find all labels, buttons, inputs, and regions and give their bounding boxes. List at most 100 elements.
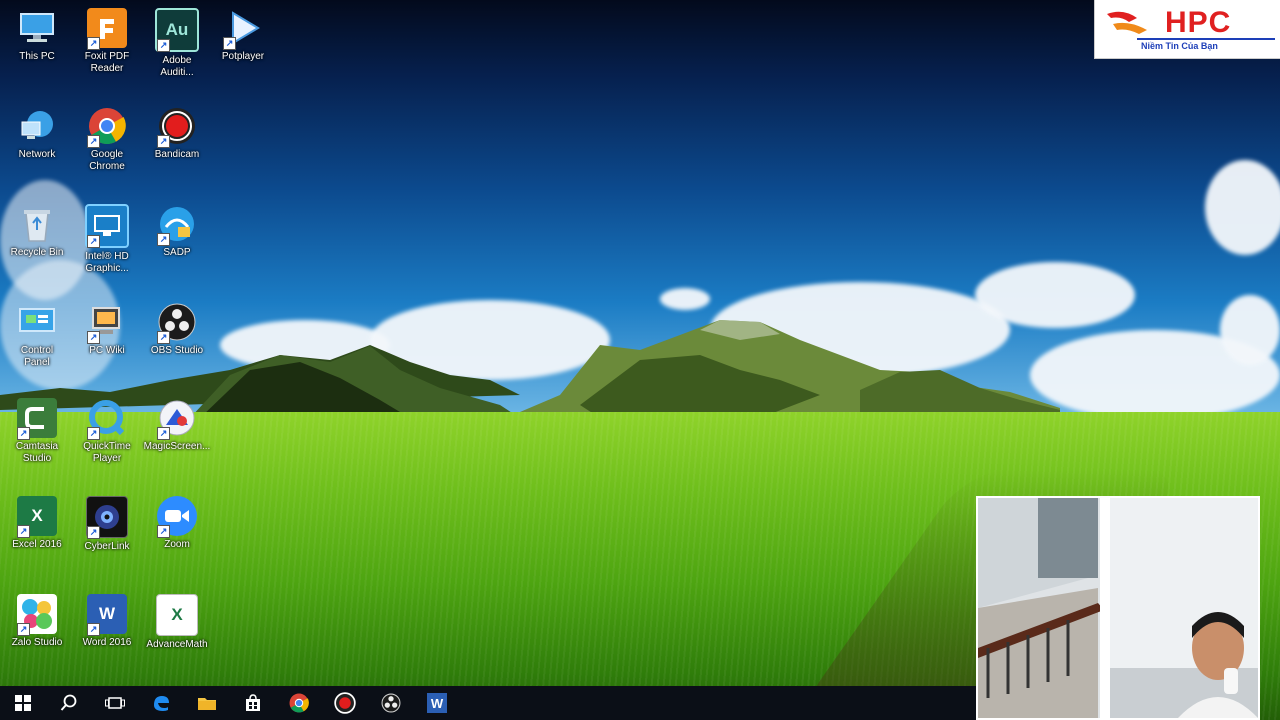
- word-glyph-text: W: [98, 604, 116, 623]
- intel-graphics-icon: ↗: [85, 204, 129, 248]
- desktop-icon-zalo-studio[interactable]: ↗ Zalo Studio: [2, 594, 72, 649]
- folder-icon: [198, 698, 216, 710]
- desktop-icon-label: MagicScreen...: [143, 441, 211, 452]
- search-icon: [60, 694, 77, 711]
- shortcut-arrow-icon: ↗: [157, 233, 170, 246]
- desktop-icon-label: QuickTime Player: [83, 441, 131, 464]
- pc-wiki-icon: ↗: [87, 302, 127, 344]
- shortcut-arrow-icon: ↗: [157, 39, 170, 52]
- start-button[interactable]: [0, 686, 46, 720]
- shortcut-arrow-icon: ↗: [87, 331, 100, 344]
- shortcut-arrow-icon: ↗: [157, 427, 170, 440]
- hpc-slogan: Niềm Tin Của Bạn: [1141, 41, 1218, 51]
- shortcut-arrow-icon: ↗: [223, 37, 236, 50]
- taskbar: W: [0, 686, 976, 720]
- desktop-icon-zoom[interactable]: ↗ Zoom: [142, 496, 212, 551]
- shortcut-arrow-icon: ↗: [87, 135, 100, 148]
- desktop-icon-label: Adobe Auditi...: [160, 55, 194, 78]
- desktop-icon-control-panel[interactable]: Control Panel: [2, 302, 72, 369]
- obs-icon: ↗: [157, 302, 197, 344]
- shortcut-arrow-icon: ↗: [17, 623, 30, 636]
- obs-icon: [381, 693, 401, 713]
- edge-button[interactable]: [138, 686, 184, 720]
- control-panel-icon: [17, 302, 57, 342]
- store-icon: [246, 694, 260, 711]
- webcam-app-icon: ↗: [86, 496, 128, 539]
- obs-taskbar-button[interactable]: [368, 686, 414, 720]
- excel-glyph-text: X: [31, 506, 43, 525]
- desktop-icon-this-pc[interactable]: This PC: [2, 8, 72, 63]
- desktop-icon-obs[interactable]: ↗ OBS Studio: [142, 302, 212, 357]
- desktop-icon-label: Zoom: [164, 539, 190, 550]
- desktop-icon-webcam-app[interactable]: ↗ CyberLink: [72, 496, 142, 553]
- desktop-icon-sadp[interactable]: ↗ SADP: [142, 204, 212, 259]
- camtasia-icon: ↗: [17, 398, 57, 440]
- task-view-icon: [105, 697, 125, 709]
- desktop-icon-excel[interactable]: X ↗ Excel 2016: [2, 496, 72, 551]
- adobe-audition-glyph-text: Au: [165, 20, 189, 39]
- excel-file-glyph-text: X: [171, 605, 183, 624]
- bandicam-icon: ↗: [157, 106, 197, 148]
- chrome-icon: ↗: [87, 106, 127, 148]
- desktop-icon-label: Google Chrome: [89, 149, 125, 172]
- recycle-bin-icon: [17, 204, 57, 244]
- shortcut-arrow-icon: ↗: [157, 135, 170, 148]
- desktop-icon-potplayer[interactable]: ↗ Potplayer: [208, 8, 278, 63]
- excel-file-icon: X: [156, 594, 198, 636]
- desktop-icon-camtasia[interactable]: ↗ Camtasia Studio: [2, 398, 72, 465]
- desktop-icon-bandicam[interactable]: ↗ Bandicam: [142, 106, 212, 161]
- task-view-button[interactable]: [92, 686, 138, 720]
- zoom-icon: ↗: [157, 496, 197, 538]
- file-explorer-button[interactable]: [184, 686, 230, 720]
- webcam-overlay: [976, 496, 1260, 720]
- shortcut-arrow-icon: ↗: [87, 235, 100, 248]
- desktop-icon-label: OBS Studio: [150, 345, 204, 356]
- shortcut-arrow-icon: ↗: [87, 623, 100, 636]
- shortcut-arrow-icon: ↗: [17, 427, 30, 440]
- desktop-icon-label: Potplayer: [221, 51, 265, 62]
- magicscreen-icon: ↗: [157, 398, 197, 440]
- desktop-icon-label: Excel 2016: [12, 539, 62, 550]
- desktop-icon-intel-graphics[interactable]: ↗ Intel® HD Graphic...: [72, 204, 142, 275]
- word-icon: W ↗: [87, 594, 127, 636]
- desktop-icon-label: AdvanceMath: [146, 639, 208, 650]
- zalo-studio-icon: ↗: [17, 594, 57, 636]
- desktop-icon-foxit-reader[interactable]: ↗ Foxit PDF Reader: [72, 8, 142, 75]
- desktop-icon-magicscreen[interactable]: ↗ MagicScreen...: [142, 398, 212, 453]
- desktop-icon-label: Camtasia Studio: [15, 441, 59, 464]
- shortcut-arrow-icon: ↗: [87, 427, 100, 440]
- desktop-icon-label: CyberLink: [84, 541, 130, 552]
- bandicam-taskbar-button[interactable]: [322, 686, 368, 720]
- svg-text:W: W: [431, 696, 444, 711]
- desktop-icon-label: PC Wiki: [89, 345, 125, 356]
- desktop-icon-network[interactable]: Network: [2, 106, 72, 161]
- word-taskbar-button[interactable]: W: [414, 686, 460, 720]
- chrome-taskbar-button[interactable]: [276, 686, 322, 720]
- desktop-icon-excel-file[interactable]: X AdvanceMath: [142, 594, 212, 651]
- adobe-audition-icon: Au ↗: [155, 8, 199, 52]
- word-icon: W: [427, 693, 447, 713]
- desktop-icon-word[interactable]: W ↗ Word 2016: [72, 594, 142, 649]
- webcam-video-frame: [978, 498, 1258, 718]
- hpc-logo: HPC Niềm Tin Của Bạn: [1094, 0, 1280, 59]
- this-pc-icon: [17, 8, 57, 48]
- hpc-logo-rule: [1137, 38, 1275, 40]
- desktop-icon-label: Word 2016: [82, 637, 132, 648]
- shortcut-arrow-icon: ↗: [87, 526, 100, 539]
- bandicam-icon: [334, 692, 356, 714]
- desktop-icon-quicktime[interactable]: ↗ QuickTime Player: [72, 398, 142, 465]
- desktop-icon-pc-wiki[interactable]: ↗ PC Wiki: [72, 302, 142, 357]
- store-button[interactable]: [230, 686, 276, 720]
- desktop-icon-label: This PC: [19, 51, 55, 62]
- cloud: [1205, 160, 1280, 255]
- desktop-icon-label: Network: [18, 149, 56, 160]
- desktop-icon-label: SADP: [163, 247, 191, 258]
- desktop-icon-label: Zalo Studio: [11, 637, 63, 648]
- desktop-icon-recycle-bin[interactable]: Recycle Bin: [2, 204, 72, 259]
- search-button[interactable]: [46, 686, 92, 720]
- foxit-reader-icon: ↗: [87, 8, 127, 50]
- desktop-icon-adobe-audition[interactable]: Au ↗ Adobe Auditi...: [142, 8, 212, 79]
- desktop-icon-chrome[interactable]: ↗ Google Chrome: [72, 106, 142, 173]
- desktop-icon-label: Bandicam: [154, 149, 200, 160]
- chrome-icon: [289, 693, 309, 713]
